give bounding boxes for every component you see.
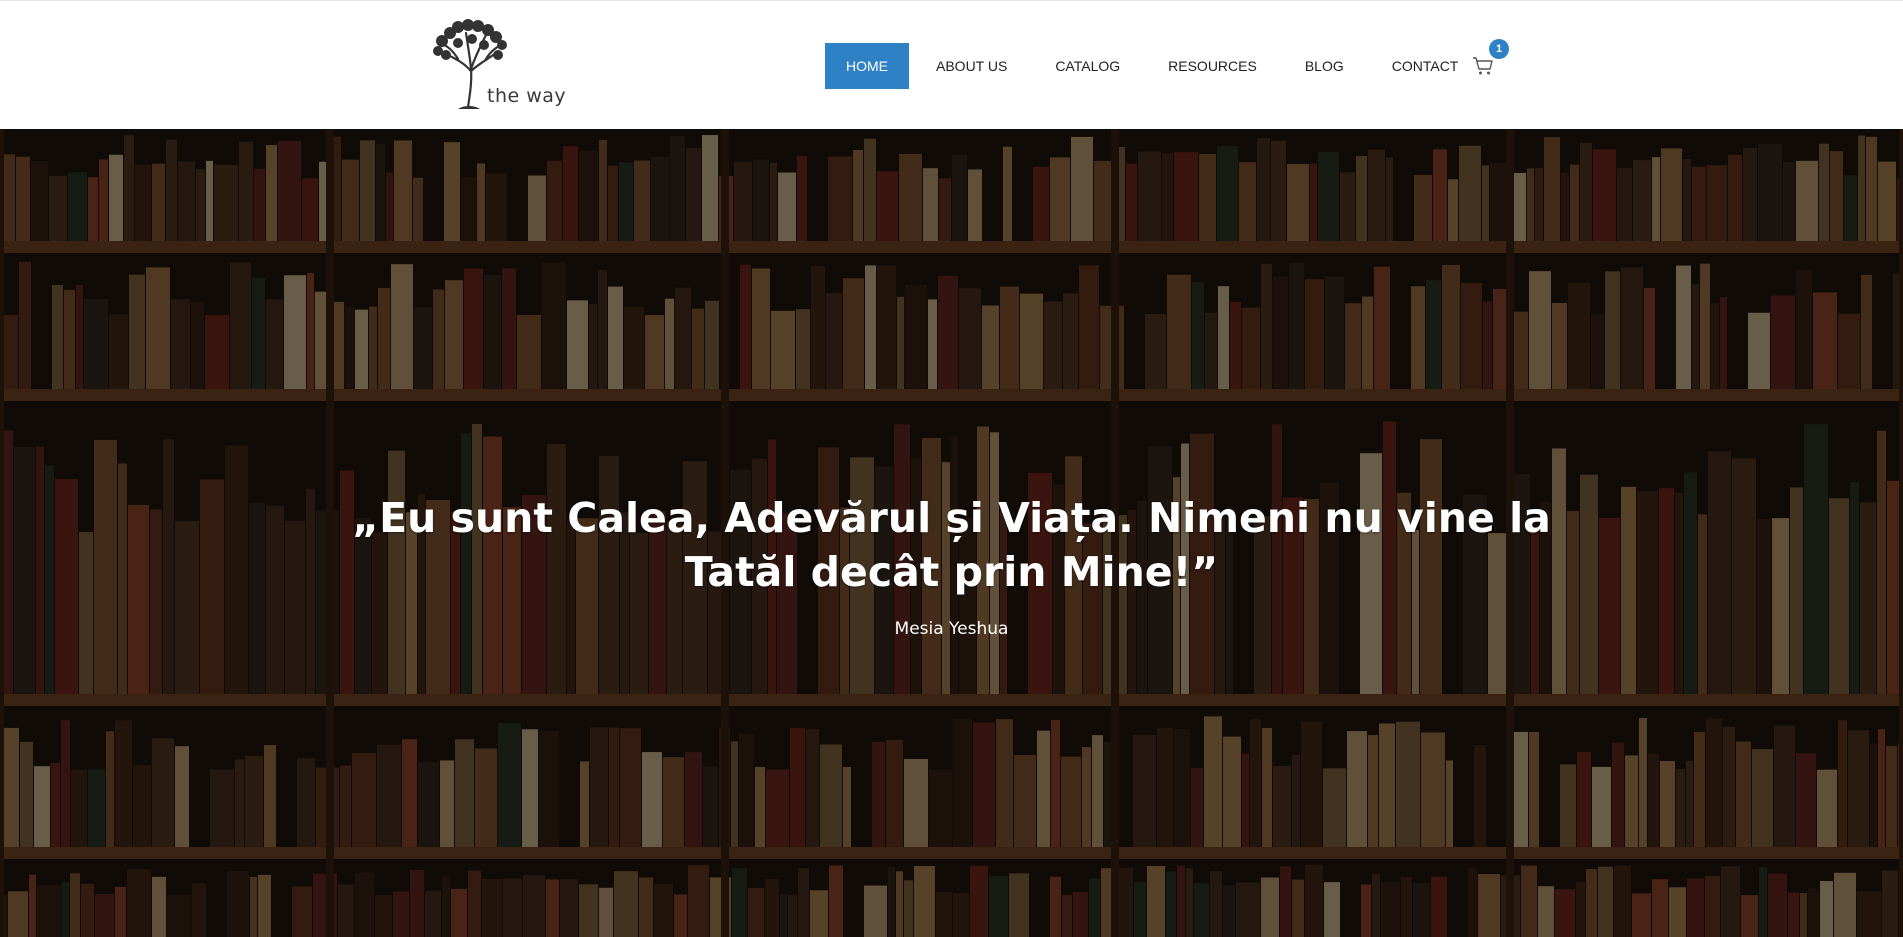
nav-catalog[interactable]: CATALOG (1034, 43, 1141, 89)
cart-button[interactable]: 1 (1468, 39, 1512, 85)
site-header: the way HOME ABOUT US CATALOG RESOURCES … (0, 0, 1903, 129)
hero-author: Mesia Yeshua (894, 619, 1009, 639)
cart-icon (1473, 57, 1493, 75)
nav-contact[interactable]: CONTACT (1371, 43, 1480, 89)
brand-name: the way (487, 85, 567, 107)
hero-content: „Eu sunt Calea, Adevărul și Viața. Nimen… (0, 491, 1903, 639)
nav-home[interactable]: HOME (825, 43, 909, 89)
hero-quote: „Eu sunt Calea, Adevărul și Viața. Nimen… (352, 494, 1551, 596)
nav-about-us[interactable]: ABOUT US (915, 43, 1028, 89)
cart-count-badge: 1 (1489, 39, 1509, 59)
nav-blog[interactable]: BLOG (1284, 43, 1365, 89)
nav-resources[interactable]: RESOURCES (1147, 43, 1278, 89)
hero-section: „Eu sunt Calea, Adevărul și Viața. Nimen… (0, 129, 1903, 937)
main-nav: HOME ABOUT US CATALOG RESOURCES BLOG CON… (825, 43, 1479, 89)
